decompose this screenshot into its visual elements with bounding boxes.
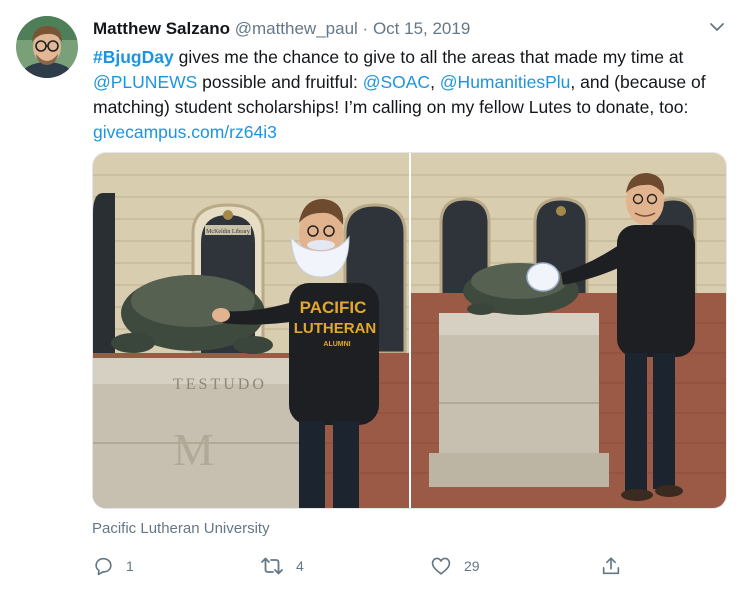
avatar[interactable] bbox=[16, 16, 78, 78]
retweet-count: 4 bbox=[296, 558, 304, 574]
heart-icon bbox=[431, 557, 451, 575]
share-button[interactable] bbox=[600, 552, 622, 580]
hashtag-link[interactable]: #BjugDay bbox=[93, 47, 174, 67]
building-sign-text: McKeldin Library bbox=[206, 229, 250, 235]
plaque-text: TESTUDO bbox=[173, 376, 267, 393]
reply-button[interactable]: 1 bbox=[92, 552, 134, 580]
author-name[interactable]: Matthew Salzano bbox=[93, 19, 230, 38]
avatar-image bbox=[16, 16, 78, 78]
tweet-text: #BjugDay gives me the chance to give to … bbox=[93, 45, 733, 145]
like-count: 29 bbox=[464, 558, 480, 574]
reply-icon bbox=[95, 557, 112, 576]
tweet-media: McKeldin Library TESTUDO M PACIFIC LUTHE… bbox=[92, 152, 727, 509]
mention-soac[interactable]: @SOAC bbox=[363, 72, 430, 92]
tweet-text-part: possible and fruitful: bbox=[197, 72, 363, 92]
hoodie-line-1: PACIFIC bbox=[300, 298, 367, 317]
tweet-actions: 1 4 29 bbox=[92, 552, 632, 580]
author-handle[interactable]: @matthew_paul bbox=[235, 19, 358, 38]
tweet-text-part: , bbox=[430, 72, 440, 92]
hoodie-line-3: ALUMNI bbox=[323, 341, 350, 348]
tweet-date[interactable]: Oct 15, 2019 bbox=[373, 19, 470, 38]
url-link[interactable]: givecampus.com/rz64i3 bbox=[93, 122, 277, 142]
share-icon bbox=[602, 557, 620, 575]
mention-humanitiesplu[interactable]: @HumanitiesPlu bbox=[440, 72, 571, 92]
retweet-button[interactable]: 4 bbox=[260, 552, 304, 580]
separator-dot: · bbox=[362, 19, 369, 38]
tweet-header: Matthew Salzano @matthew_paul · Oct 15, … bbox=[93, 17, 730, 41]
photo-left[interactable]: McKeldin Library TESTUDO M PACIFIC LUTHE… bbox=[93, 153, 409, 508]
reply-count: 1 bbox=[126, 558, 134, 574]
tweet-text-part: gives me the chance to give to all the a… bbox=[173, 47, 684, 67]
hoodie-line-2: LUTHERAN bbox=[294, 320, 377, 337]
like-button[interactable]: 29 bbox=[430, 552, 480, 580]
chevron-down-icon[interactable] bbox=[708, 18, 726, 36]
tweet-location[interactable]: Pacific Lutheran University bbox=[92, 520, 270, 537]
mention-plunews[interactable]: @PLUNEWS bbox=[93, 72, 197, 92]
photo-right[interactable] bbox=[411, 153, 726, 508]
pedestal-letter: M bbox=[173, 424, 214, 475]
retweet-icon bbox=[261, 557, 283, 575]
